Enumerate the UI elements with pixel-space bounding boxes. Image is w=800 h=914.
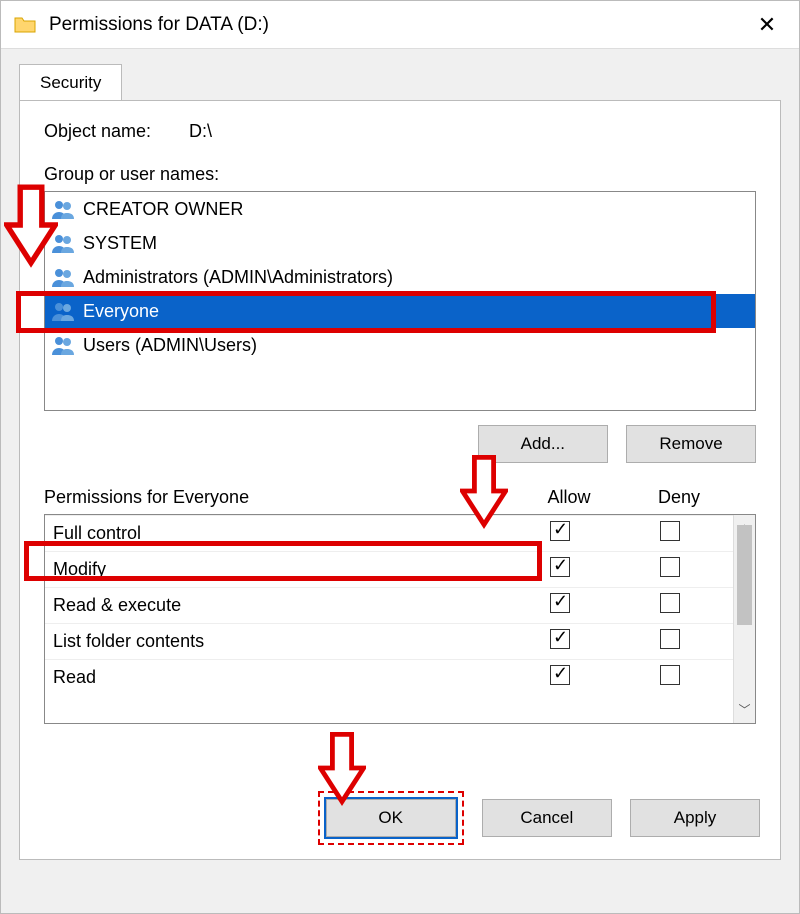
group-name: Everyone [83, 301, 159, 322]
add-button[interactable]: Add... [478, 425, 608, 463]
permission-row: Read & execute [45, 587, 755, 623]
object-name-label: Object name: [44, 121, 184, 142]
deny-cell [615, 665, 725, 690]
tab-strip: Security [1, 49, 799, 100]
permission-row: Full control [45, 515, 755, 551]
allow-cell [505, 593, 615, 618]
allow-checkbox[interactable] [550, 557, 570, 577]
deny-checkbox[interactable] [660, 557, 680, 577]
allow-checkbox[interactable] [550, 521, 570, 541]
groups-listbox[interactable]: CREATOR OWNER SYSTEM Administrators (ADMIN… [44, 191, 756, 411]
group-name: Users (ADMIN\Users) [83, 335, 257, 356]
permission-row: List folder contents [45, 623, 755, 659]
allow-checkbox[interactable] [550, 665, 570, 685]
permission-row: Modify [45, 551, 755, 587]
users-icon [51, 199, 75, 219]
allow-cell [505, 629, 615, 654]
group-list-item[interactable]: SYSTEM [45, 226, 755, 260]
permission-name: Read [53, 667, 505, 688]
ok-highlight-annotation: OK [318, 791, 464, 845]
deny-column-header: Deny [624, 487, 734, 508]
remove-button[interactable]: Remove [626, 425, 756, 463]
allow-column-header: Allow [514, 487, 624, 508]
deny-checkbox[interactable] [660, 593, 680, 613]
permission-name: Read & execute [53, 595, 505, 616]
object-name-row: Object name: D:\ [44, 121, 756, 142]
permissions-table[interactable]: ︿ ﹀ Full control Modify Read & execute List… [44, 514, 756, 724]
permissions-header: Permissions for Everyone Allow Deny [44, 487, 756, 508]
group-name: SYSTEM [83, 233, 157, 254]
cancel-button[interactable]: Cancel [482, 799, 612, 837]
allow-cell [505, 521, 615, 546]
scrollbar[interactable]: ︿ ﹀ [733, 515, 755, 723]
allow-cell [505, 557, 615, 582]
users-icon [51, 335, 75, 355]
apply-button[interactable]: Apply [630, 799, 760, 837]
deny-cell [615, 593, 725, 618]
allow-checkbox[interactable] [550, 593, 570, 613]
group-list-item[interactable]: Users (ADMIN\Users) [45, 328, 755, 362]
deny-checkbox[interactable] [660, 665, 680, 685]
close-button[interactable]: ✕ [747, 12, 787, 38]
folder-icon [13, 13, 37, 37]
group-list-item[interactable]: Administrators (ADMIN\Administrators) [45, 260, 755, 294]
titlebar: Permissions for DATA (D:) ✕ [1, 1, 799, 49]
dialog-buttons: OK Cancel Apply [20, 791, 780, 845]
permission-name: Modify [53, 559, 505, 580]
group-name: Administrators (ADMIN\Administrators) [83, 267, 393, 288]
deny-cell [615, 521, 725, 546]
security-panel: Object name: D:\ Group or user names: CR… [19, 100, 781, 860]
group-name: CREATOR OWNER [83, 199, 243, 220]
allow-cell [505, 665, 615, 690]
group-list-item[interactable]: CREATOR OWNER [45, 192, 755, 226]
scroll-thumb[interactable] [737, 525, 752, 625]
window-title: Permissions for DATA (D:) [49, 14, 269, 36]
deny-cell [615, 557, 725, 582]
deny-cell [615, 629, 725, 654]
permission-row: Read [45, 659, 755, 695]
permissions-dialog: Permissions for DATA (D:) ✕ Security Obj… [0, 0, 800, 914]
scroll-down-icon[interactable]: ﹀ [734, 701, 755, 723]
object-name-value: D:\ [189, 121, 212, 141]
users-icon [51, 267, 75, 287]
permissions-title: Permissions for Everyone [44, 487, 514, 508]
group-list-item[interactable]: Everyone [45, 294, 755, 328]
deny-checkbox[interactable] [660, 521, 680, 541]
deny-checkbox[interactable] [660, 629, 680, 649]
ok-button[interactable]: OK [326, 799, 456, 837]
permission-name: Full control [53, 523, 505, 544]
users-icon [51, 233, 75, 253]
groups-label: Group or user names: [44, 164, 756, 185]
users-icon [51, 301, 75, 321]
tab-security[interactable]: Security [19, 64, 122, 101]
permission-name: List folder contents [53, 631, 505, 652]
group-buttons-row: Add... Remove [44, 425, 756, 463]
allow-checkbox[interactable] [550, 629, 570, 649]
